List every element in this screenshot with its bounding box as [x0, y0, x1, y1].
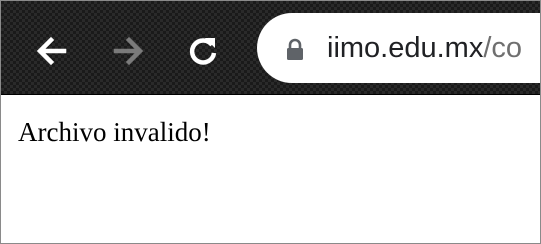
address-url: iimo.edu.mx/co — [327, 31, 522, 65]
url-path: /co — [483, 32, 523, 64]
address-bar[interactable]: iimo.edu.mx/co — [257, 13, 540, 83]
url-domain: iimo.edu.mx — [327, 32, 484, 64]
error-message: Archivo invalido! — [18, 117, 211, 147]
page-content: Archivo invalido! — [1, 95, 540, 243]
reload-icon — [189, 38, 217, 65]
forward-button[interactable] — [109, 31, 149, 71]
lock-icon — [287, 38, 303, 60]
browser-window: iimo.edu.mx/co Archivo invalido! — [0, 0, 541, 244]
arrow-left-icon — [36, 36, 67, 66]
reload-button[interactable] — [183, 31, 223, 71]
back-button[interactable] — [31, 31, 71, 71]
browser-toolbar: iimo.edu.mx/co — [1, 1, 540, 95]
arrow-right-icon — [113, 36, 144, 66]
